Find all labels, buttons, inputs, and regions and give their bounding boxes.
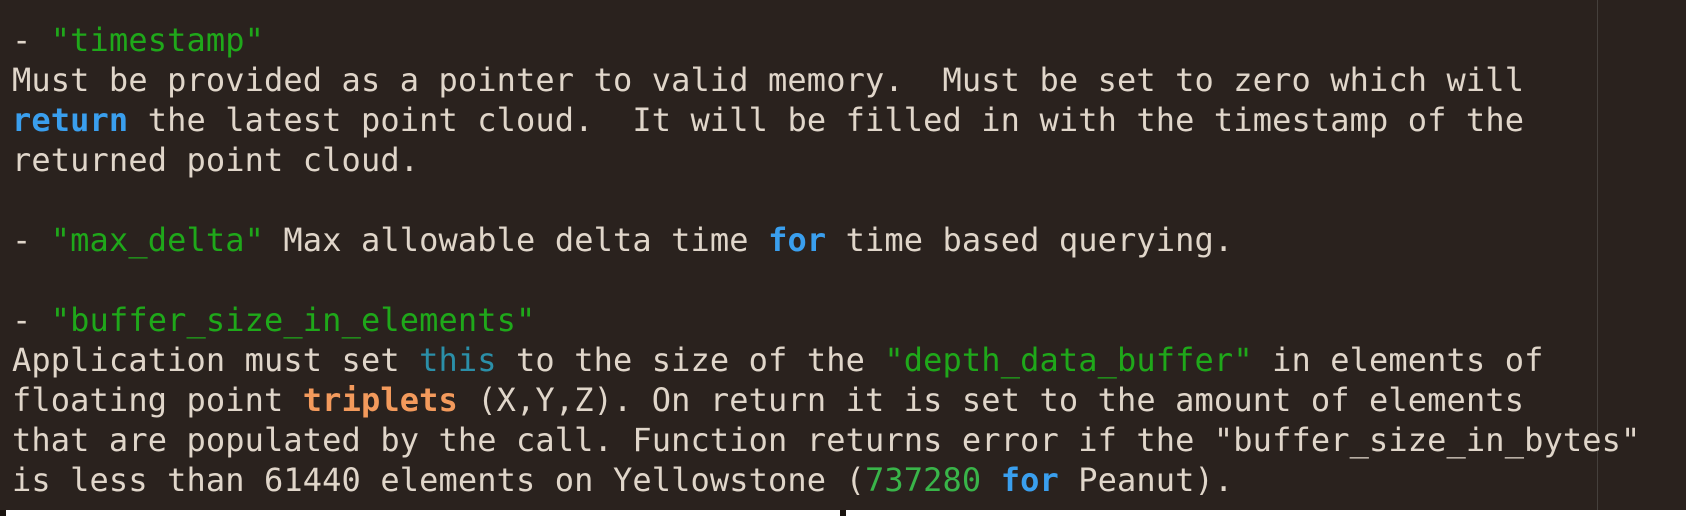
code-text: Must be provided as a pointer to valid m… <box>12 61 1525 99</box>
string-literal: "timestamp" <box>50 21 265 59</box>
code-text: to the size of the <box>496 341 885 379</box>
code-text-area[interactable]: - "timestamp" Must be provided as a point… <box>12 20 1640 500</box>
code-line: - "buffer_size_in_elements" <box>12 300 1640 340</box>
code-text: Max allowable delta time <box>264 221 769 259</box>
code-text: - <box>12 301 51 339</box>
scroll-marker-center <box>840 510 846 516</box>
code-line: that are populated by the call. Function… <box>12 420 1640 460</box>
code-text: (X,Y,Z). On return it is set to the amou… <box>457 381 1525 419</box>
code-text: Application must set <box>12 341 420 379</box>
code-line: - "max_delta" Max allowable delta time f… <box>12 220 1640 260</box>
keyword: for <box>1000 461 1059 499</box>
code-text: floating point <box>12 381 303 419</box>
code-line: is less than 61440 elements on Yellowsto… <box>12 460 1640 500</box>
code-text: that are populated by the call. Function… <box>12 421 1641 459</box>
keyword: return <box>12 101 129 139</box>
this-keyword: this <box>419 341 497 379</box>
type-identifier: triplets <box>302 381 458 419</box>
code-line: Application must set this to the size of… <box>12 340 1640 380</box>
code-text: in elements of <box>1252 341 1544 379</box>
string-literal: "depth_data_buffer" <box>884 341 1253 379</box>
code-editor[interactable]: - "timestamp" Must be provided as a point… <box>0 0 1686 510</box>
code-text: time based querying. <box>826 221 1234 259</box>
string-literal: "buffer_size_in_elements" <box>50 301 536 339</box>
code-line: return the latest point cloud. It will b… <box>12 100 1640 140</box>
scroll-marker-left <box>0 510 6 516</box>
code-line: - "timestamp" <box>12 20 1640 60</box>
code-text: is less than 61440 elements on Yellowsto… <box>12 461 865 499</box>
code-line: returned point cloud. <box>12 140 1640 180</box>
code-text: Peanut). <box>1058 461 1234 499</box>
code-text: the latest point cloud. It will be fille… <box>128 101 1525 139</box>
code-line: Must be provided as a pointer to valid m… <box>12 60 1640 100</box>
keyword: for <box>768 221 827 259</box>
string-literal: "max_delta" <box>50 221 265 259</box>
number-literal: 737280 <box>864 461 982 499</box>
code-text: - <box>12 221 51 259</box>
code-text: returned point cloud. <box>12 141 420 179</box>
code-text: - <box>12 21 51 59</box>
code-line: floating point triplets (X,Y,Z). On retu… <box>12 380 1640 420</box>
